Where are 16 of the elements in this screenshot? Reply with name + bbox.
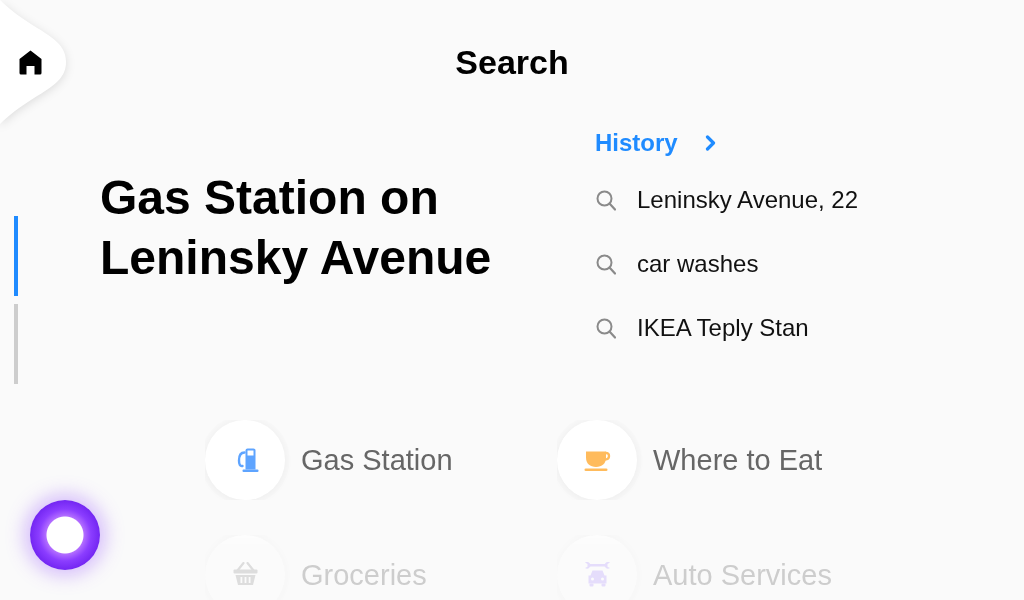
- chevron-right-icon: [704, 135, 717, 151]
- page-title: Search: [455, 42, 569, 82]
- history-item[interactable]: IKEA Teply Stan: [595, 296, 809, 360]
- car-wrench-icon: [583, 562, 611, 588]
- search-icon: [596, 189, 616, 211]
- search-icon: [596, 317, 616, 339]
- history-link[interactable]: History: [595, 128, 717, 158]
- voice-assistant-button[interactable]: [30, 500, 100, 570]
- search-heading: Gas Station on Leninsky Avenue: [100, 170, 493, 286]
- history-item[interactable]: car washes: [595, 232, 759, 296]
- category-button[interactable]: Where to Eat: [557, 420, 823, 500]
- history-item[interactable]: Leninsky Avenue, 22: [595, 168, 859, 232]
- category-button[interactable]: Gas Station: [205, 420, 453, 500]
- home-icon: [19, 49, 42, 75]
- search-icon: [596, 253, 616, 275]
- basket-icon: [231, 562, 259, 588]
